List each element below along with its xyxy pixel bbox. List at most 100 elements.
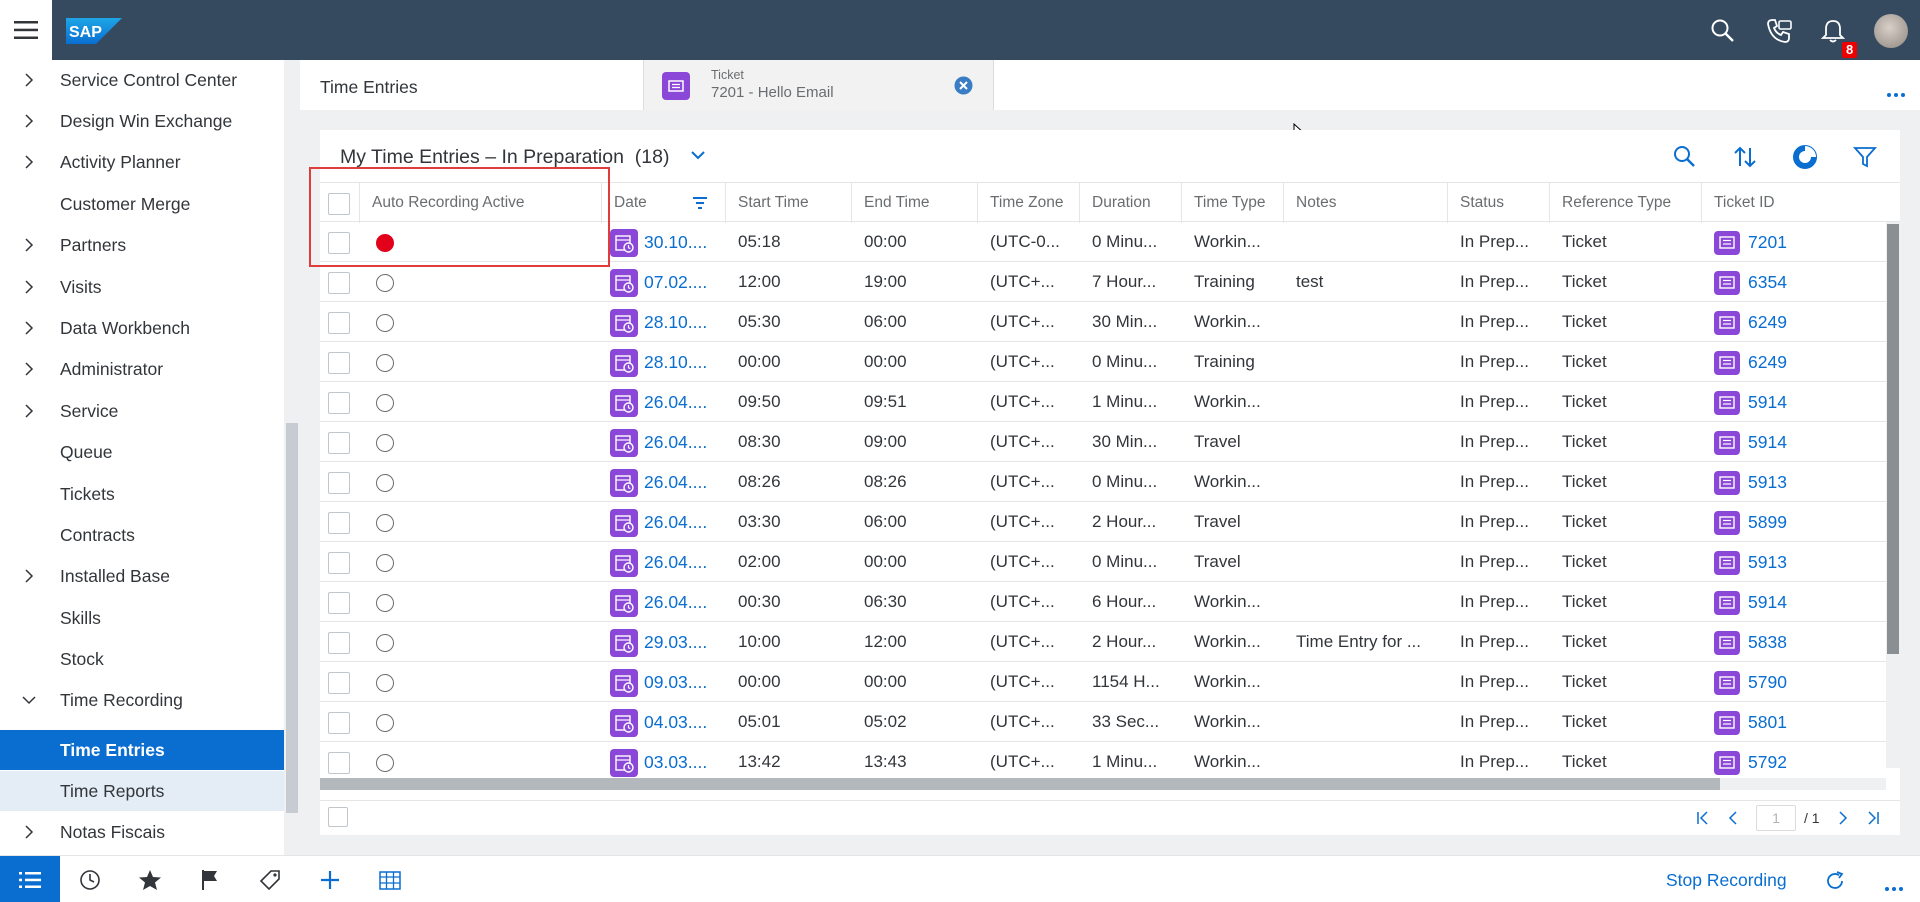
recording-inactive-indicator[interactable] <box>376 354 394 372</box>
sidebar-item-partners[interactable]: Partners <box>0 225 284 265</box>
row-checkbox[interactable] <box>328 752 350 774</box>
date-link[interactable]: 28.10.... <box>644 302 707 342</box>
contact-support-button[interactable] <box>1765 18 1792 44</box>
sidebar-item-service[interactable]: Service <box>0 391 284 431</box>
sidebar-item-stock[interactable]: Stock <box>0 639 284 679</box>
recording-inactive-indicator[interactable] <box>376 674 394 692</box>
ticket-id-link[interactable]: 5914 <box>1748 582 1787 622</box>
ticket-id-link[interactable]: 5790 <box>1748 662 1787 702</box>
sidebar-item-queue[interactable]: Queue <box>0 432 284 472</box>
column-header-reference-type[interactable]: Reference Type <box>1550 183 1702 223</box>
ticket-id-link[interactable]: 5914 <box>1748 382 1787 422</box>
sidebar-item-data-workbench[interactable]: Data Workbench <box>0 308 284 348</box>
sidebar-item-notas-fiscais[interactable]: Notas Fiscais <box>0 812 284 852</box>
ticket-id-link[interactable]: 6249 <box>1748 342 1787 382</box>
recording-inactive-indicator[interactable] <box>376 394 394 412</box>
recording-inactive-indicator[interactable] <box>376 434 394 452</box>
stop-recording-button[interactable]: Stop Recording <box>1666 870 1787 891</box>
view-selector-chevron-down-icon[interactable] <box>690 150 706 160</box>
table-row[interactable]: 26.04.... 03:30 06:00 (UTC+... 2 Hour... Trav… <box>320 502 1886 542</box>
table-row[interactable]: 04.03.... 05:01 05:02 (UTC+... 33 Sec... Work… <box>320 702 1886 742</box>
ticket-id-link[interactable]: 6249 <box>1748 302 1787 342</box>
sidebar-item-contracts[interactable]: Contracts <box>0 515 284 555</box>
sidebar-item-administrator[interactable]: Administrator <box>0 349 284 389</box>
ticket-id-link[interactable]: 5838 <box>1748 622 1787 662</box>
more-icon[interactable] <box>1884 886 1904 892</box>
sidebar-scrollbar-thumb[interactable] <box>286 423 298 813</box>
add-button[interactable] <box>300 856 360 902</box>
row-checkbox[interactable] <box>328 432 350 454</box>
column-header-date[interactable]: Date <box>602 183 726 223</box>
sidebar-item-visits[interactable]: Visits <box>0 267 284 307</box>
row-checkbox[interactable] <box>328 712 350 734</box>
sidebar-item-design-win-exchange[interactable]: Design Win Exchange <box>0 101 284 141</box>
recording-inactive-indicator[interactable] <box>376 274 394 292</box>
date-link[interactable]: 07.02.... <box>644 262 707 302</box>
previous-page-icon[interactable] <box>1726 811 1740 825</box>
column-header-time-type[interactable]: Time Type <box>1182 183 1284 223</box>
sidebar-item-time-entries[interactable]: Time Entries <box>0 730 284 770</box>
footer-checkbox[interactable] <box>328 807 348 827</box>
table-vertical-scrollbar-thumb[interactable] <box>1887 224 1899 654</box>
page-number-input[interactable]: 1 <box>1756 805 1796 831</box>
sidebar-item-time-recording[interactable]: Time Recording <box>0 680 284 720</box>
recording-inactive-indicator[interactable] <box>376 634 394 652</box>
list-view-button[interactable] <box>0 856 60 902</box>
row-checkbox[interactable] <box>328 312 350 334</box>
table-horizontal-scrollbar-thumb[interactable] <box>320 778 1720 790</box>
table-row[interactable]: 09.03.... 00:00 00:00 (UTC+... 1154 H... Work… <box>320 662 1886 702</box>
row-checkbox[interactable] <box>328 352 350 374</box>
table-row[interactable]: 03.03.... 13:42 13:43 (UTC+... 1 Minu... Work… <box>320 742 1886 782</box>
column-header-ticket-id[interactable]: Ticket ID <box>1702 183 1886 223</box>
column-header-start-time[interactable]: Start Time <box>726 183 852 223</box>
sidebar-item-installed-base[interactable]: Installed Base <box>0 556 284 596</box>
date-link[interactable]: 04.03.... <box>644 702 707 742</box>
table-row[interactable]: 26.04.... 02:00 00:00 (UTC+... 0 Minu... Trav… <box>320 542 1886 582</box>
date-link[interactable]: 30.10.... <box>644 222 707 262</box>
column-header-notes[interactable]: Notes <box>1284 183 1448 223</box>
sidebar-item-tickets[interactable]: Tickets <box>0 474 284 514</box>
ticket-id-link[interactable]: 5801 <box>1748 702 1787 742</box>
ticket-id-link[interactable]: 5913 <box>1748 462 1787 502</box>
row-checkbox[interactable] <box>328 392 350 414</box>
table-row[interactable]: 29.03.... 10:00 12:00 (UTC+... 2 Hour... Work… <box>320 622 1886 662</box>
date-link[interactable]: 26.04.... <box>644 542 707 582</box>
recording-inactive-indicator[interactable] <box>376 554 394 572</box>
flagged-button[interactable] <box>180 856 240 902</box>
refresh-icon[interactable] <box>1824 870 1846 892</box>
column-header-time-zone[interactable]: Time Zone <box>978 183 1080 223</box>
row-checkbox[interactable] <box>328 592 350 614</box>
user-avatar[interactable] <box>1874 14 1908 48</box>
table-row[interactable]: 26.04.... 08:30 09:00 (UTC+... 30 Min... Trav… <box>320 422 1886 462</box>
date-link[interactable]: 26.04.... <box>644 502 707 542</box>
date-link[interactable]: 26.04.... <box>644 462 707 502</box>
recording-inactive-indicator[interactable] <box>376 594 394 612</box>
last-page-icon[interactable] <box>1866 811 1880 825</box>
date-link[interactable]: 09.03.... <box>644 662 707 702</box>
ticket-id-link[interactable]: 5792 <box>1748 742 1787 782</box>
ticket-id-link[interactable]: 7201 <box>1748 222 1787 262</box>
table-row[interactable]: 28.10.... 05:30 06:00 (UTC+... 30 Min... Work… <box>320 302 1886 342</box>
date-link[interactable]: 28.10.... <box>644 342 707 382</box>
column-header-end-time[interactable]: End Time <box>852 183 978 223</box>
row-checkbox[interactable] <box>328 472 350 494</box>
next-page-icon[interactable] <box>1836 811 1850 825</box>
table-row[interactable]: 26.04.... 00:30 06:30 (UTC+... 6 Hour... Work… <box>320 582 1886 622</box>
table-row[interactable]: 26.04.... 08:26 08:26 (UTC+... 0 Minu... Work… <box>320 462 1886 502</box>
menu-button[interactable] <box>0 0 52 60</box>
row-checkbox[interactable] <box>328 632 350 654</box>
row-checkbox[interactable] <box>328 552 350 574</box>
date-link[interactable]: 03.03.... <box>644 742 707 782</box>
tab-time-entries[interactable]: Time Entries <box>300 60 644 110</box>
favorites-button[interactable] <box>120 856 180 902</box>
row-checkbox[interactable] <box>328 672 350 694</box>
row-checkbox[interactable] <box>328 272 350 294</box>
search-button[interactable] <box>1710 18 1736 44</box>
date-link[interactable]: 29.03.... <box>644 622 707 662</box>
tab-ticket-7201[interactable]: Ticket 7201 - Hello Email <box>644 60 994 110</box>
sort-button[interactable] <box>1732 144 1758 170</box>
date-link[interactable]: 26.04.... <box>644 382 707 422</box>
date-link[interactable]: 26.04.... <box>644 582 707 622</box>
recording-inactive-indicator[interactable] <box>376 514 394 532</box>
group-button[interactable] <box>1792 144 1818 170</box>
